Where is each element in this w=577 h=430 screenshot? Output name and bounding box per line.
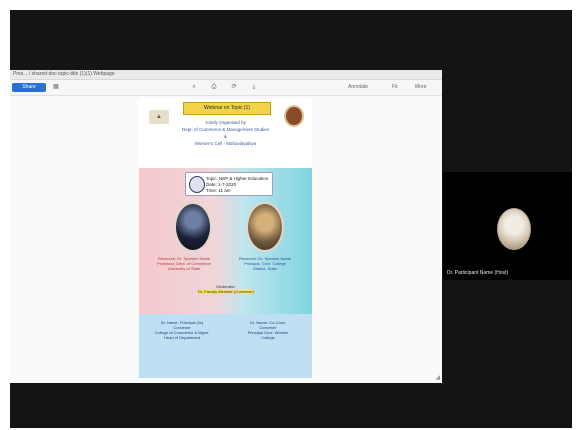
toolbar-item-fit[interactable]: Fit	[392, 83, 398, 92]
viewer-toolbar: Share ▦ ⌕ ⎙ ⟳ ⤓ Annotate Fit More	[10, 80, 442, 96]
shared-screen-window[interactable]: Pres... / shared-doc-topic-title (1)(1) …	[10, 70, 442, 383]
poster-header-line: Women's Cell - Mahavidyalaya	[194, 141, 257, 146]
poster-header-line: Dept. of Commerce & Management Studies	[181, 127, 270, 132]
window-title: Pres... / shared-doc-topic-title (1)(1) …	[10, 70, 442, 80]
download-icon[interactable]: ⤓	[250, 83, 258, 91]
search-icon[interactable]: ⌕	[190, 83, 198, 91]
poster-body: Topic: NEP & Higher Education Date: 1-7-…	[139, 168, 312, 378]
print-icon[interactable]: ⎙	[210, 83, 218, 91]
participant-video	[497, 208, 531, 250]
grid-icon[interactable]: ▦	[52, 83, 60, 91]
clock-icon	[189, 176, 205, 193]
speaker-line: District, State	[253, 266, 277, 271]
toolbar-item-more[interactable]: More	[415, 83, 426, 92]
poster-header: ▲ Webinar on Topic (1) Jointly Organised…	[139, 98, 312, 168]
organizer-line: College	[261, 335, 275, 340]
moderator-block: Moderator: Dr. Faculty Member (Convener)	[183, 284, 269, 294]
organizer-right: Dr. Name, Co-Conv. Convener Principal Go…	[233, 320, 303, 340]
organizer-left: Dr. Name, Principal (I/c) Convener Colle…	[147, 320, 217, 340]
speaker-line: University of State	[167, 266, 201, 271]
toolbar-item-annotate[interactable]: Annotate	[348, 83, 368, 92]
speaker-photo-left	[174, 202, 212, 252]
poster-footer: Dr. Name, Principal (I/c) Convener Colle…	[139, 314, 312, 378]
speaker-left-details: Resource: Dr. Speaker Name Professor, De…	[153, 256, 215, 271]
time-line: Time: 11 am	[206, 188, 231, 193]
topic-box: Topic: NEP & Higher Education Date: 1-7-…	[185, 172, 273, 196]
participant-name: Dr. Participant Name (Host)	[447, 270, 509, 276]
rotate-icon[interactable]: ⟳	[230, 83, 238, 91]
poster-header-line: &	[223, 134, 227, 139]
resize-handle-icon[interactable]: ◢	[435, 374, 440, 381]
document-viewport[interactable]: ▲ Webinar on Topic (1) Jointly Organised…	[10, 96, 442, 383]
meeting-stage: Pres... / shared-doc-topic-title (1)(1) …	[10, 10, 572, 428]
webinar-poster: ▲ Webinar on Topic (1) Jointly Organised…	[139, 98, 312, 378]
poster-header-line: Jointly Organised by	[205, 120, 246, 125]
share-button[interactable]: Share	[12, 83, 46, 92]
organizer-line: Head of Department	[163, 335, 201, 340]
speaker-photo-right	[246, 202, 284, 252]
speaker-right-details: Resource: Dr. Speaker Name Principal, Go…	[234, 256, 296, 271]
poster-banner: Webinar on Topic (1)	[183, 102, 271, 115]
topic-text: Topic: NEP & Higher Education Date: 1-7-…	[206, 176, 268, 194]
moderator-name: Dr. Faculty Member (Convener)	[197, 289, 254, 294]
participant-tile[interactable]: Dr. Participant Name (Host)	[443, 172, 572, 280]
